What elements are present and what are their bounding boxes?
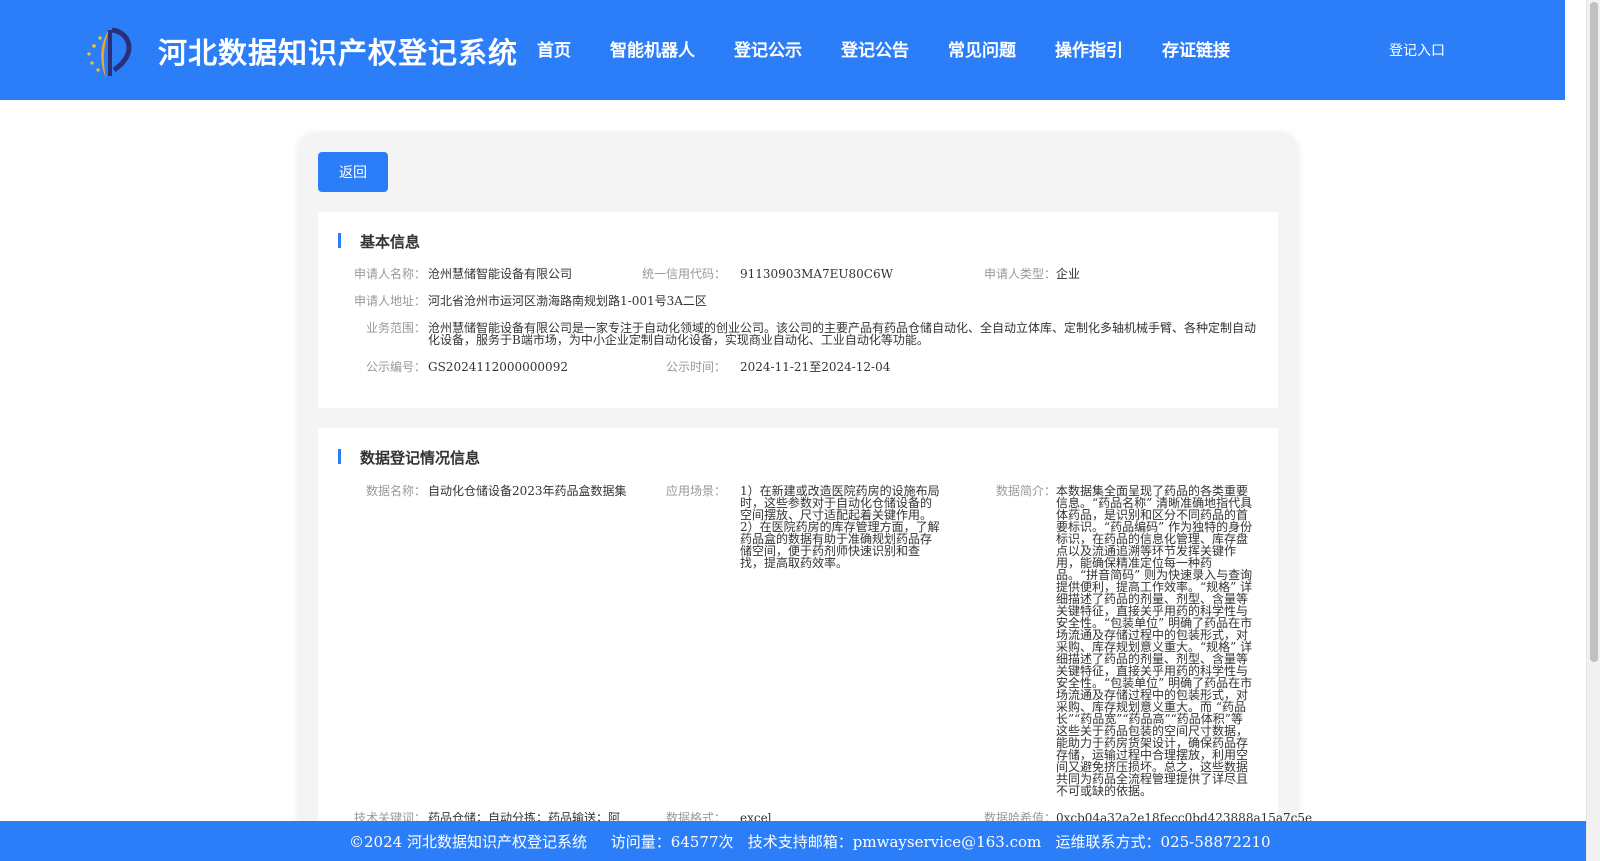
data-name-label: 数据名称：: [365, 484, 426, 498]
address: 河北省沧州市运河区渤海路南规划路1-001号3A二区: [428, 294, 707, 308]
credit-code: 91130903MA7EU80C6W: [740, 267, 893, 281]
applicant-name: 沧州慧储智能设备有限公司: [428, 267, 573, 281]
notice-no: GS2024112000000092: [428, 360, 568, 374]
basic-info-panel: 基本信息 申请人名称： 沧州慧储智能设备有限公司 统一信用代码： 9113090…: [318, 212, 1278, 408]
data-info-panel: 数据登记情况信息 数据名称： 自动化仓储设备2023年药品盒数据集 应用场景： …: [318, 428, 1312, 828]
applicant-type: 企业: [1056, 267, 1081, 281]
page-scrollbar[interactable]: [1586, 0, 1600, 861]
nav-robot[interactable]: 智能机器人: [610, 36, 695, 61]
data-info-title: 数据登记情况信息: [338, 447, 480, 468]
notice-no-label: 公示编号：: [365, 360, 426, 374]
nav-announcement[interactable]: 登记公告: [841, 36, 909, 61]
data-name: 自动化仓储设备2023年药品盒数据集: [428, 484, 627, 498]
nav-home[interactable]: 首页: [537, 36, 571, 61]
footer-text: ©2024 河北数据知识产权登记系统 访问量：64577次 技术支持邮箱：pmw…: [349, 833, 1271, 851]
scenario: 1）在新建或改造医院药房的设施布局时，这些参数对于自动化仓储设备的空间摆放、尺寸…: [740, 484, 940, 570]
credit-code-label: 统一信用代码：: [641, 267, 726, 281]
scenario-label: 应用场景：: [665, 484, 726, 498]
summary: 本数据集全面呈现了药品的各类重要信息。“药品名称” 清晰准确地指代具体药品，是识…: [1056, 484, 1253, 798]
scrollbar-thumb[interactable]: [1590, 2, 1598, 662]
top-header: 河北数据知识产权登记系统 首页 智能机器人 登记公示 登记公告 常见问题 操作指…: [0, 0, 1565, 100]
nav-publicity[interactable]: 登记公示: [734, 36, 802, 61]
nav-faq[interactable]: 常见问题: [948, 36, 1016, 61]
nav-guide[interactable]: 操作指引: [1055, 36, 1123, 61]
notice-time-label: 公示时间：: [665, 360, 726, 374]
back-button[interactable]: 返回: [318, 152, 388, 192]
summary-label: 数据简介：: [995, 484, 1056, 498]
pen-nib-stars-logo[interactable]: [80, 24, 136, 80]
footer-bar: ©2024 河北数据知识产权登记系统 访问量：64577次 技术支持邮箱：pmw…: [0, 821, 1586, 861]
main-nav: 首页 智能机器人 登记公示 登记公告 常见问题 操作指引 存证链接: [537, 36, 1230, 61]
applicant-type-label: 申请人类型：: [983, 267, 1056, 281]
notice-time: 2024-11-21至2024-12-04: [740, 360, 891, 374]
site-title: 河北数据知识产权登记系统: [158, 36, 519, 70]
nav-evidence-link[interactable]: 存证链接: [1162, 36, 1230, 61]
business-label: 业务范围：: [365, 321, 426, 335]
basic-info-title: 基本信息: [338, 231, 420, 252]
applicant-name-label: 申请人名称：: [353, 267, 426, 281]
business-scope: 沧州慧储智能设备有限公司是一家专注于自动化领域的创业公司。该公司的主要产品有药品…: [428, 321, 1257, 347]
login-link[interactable]: 登记入口: [1389, 40, 1445, 60]
address-label: 申请人地址：: [353, 294, 426, 308]
